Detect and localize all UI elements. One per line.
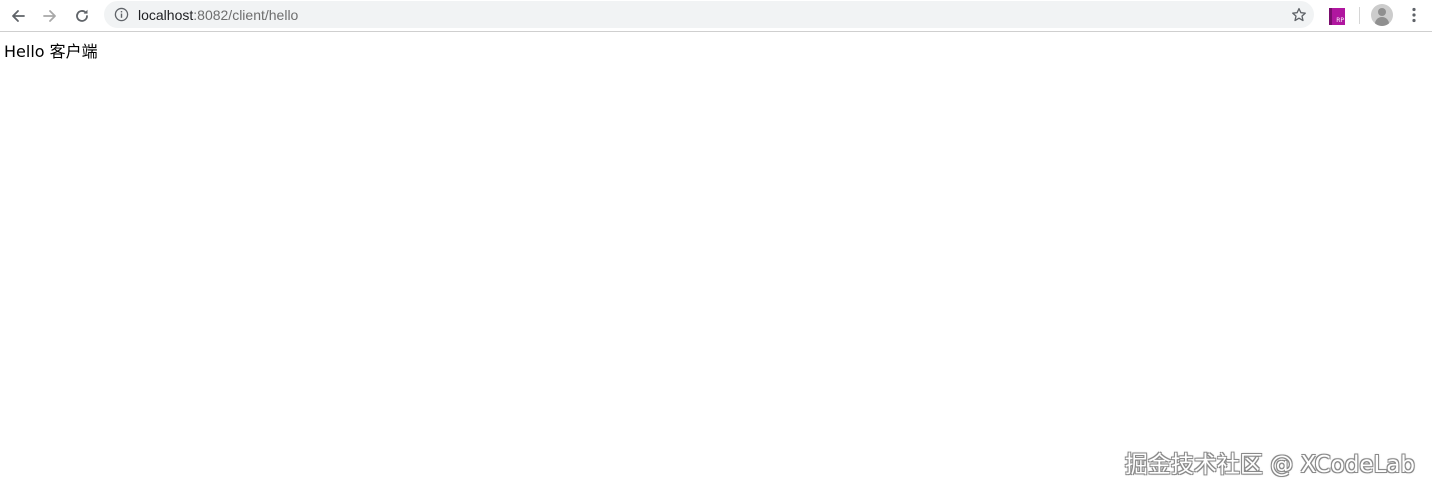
extension-button[interactable]: RP [1326, 5, 1348, 27]
page-body-text: Hello 客户端 [4, 42, 98, 61]
address-bar[interactable]: localhost:8082/client/hello [104, 1, 1314, 28]
avatar-icon-body [1375, 17, 1389, 26]
browser-menu-button[interactable] [1404, 4, 1424, 26]
arrow-right-icon [43, 10, 56, 22]
extension-label: RP [1336, 16, 1344, 24]
browser-toolbar: localhost:8082/client/hello RP [0, 0, 1432, 32]
bookmark-button[interactable] [1288, 4, 1310, 26]
info-icon[interactable] [114, 7, 129, 22]
browser-window: localhost:8082/client/hello RP Hello 客户端… [0, 0, 1432, 493]
kebab-menu-icon [1412, 7, 1416, 23]
back-button[interactable] [6, 4, 30, 28]
avatar-icon-head [1378, 8, 1386, 16]
arrow-left-icon [12, 10, 25, 22]
watermark-text: 掘金技术社区 @ XCodeLab [1124, 452, 1415, 478]
toolbar-divider [1359, 7, 1360, 24]
forward-button[interactable] [38, 4, 62, 28]
reload-button[interactable] [70, 4, 94, 28]
url-text[interactable]: localhost:8082/client/hello [138, 7, 298, 23]
axure-rp-extension-icon: RP [1329, 7, 1345, 25]
url-path: :8082/client/hello [193, 7, 299, 23]
profile-avatar-button[interactable] [1371, 4, 1393, 26]
reload-icon [76, 9, 88, 22]
url-host: localhost [138, 7, 194, 23]
star-icon [1292, 7, 1306, 22]
